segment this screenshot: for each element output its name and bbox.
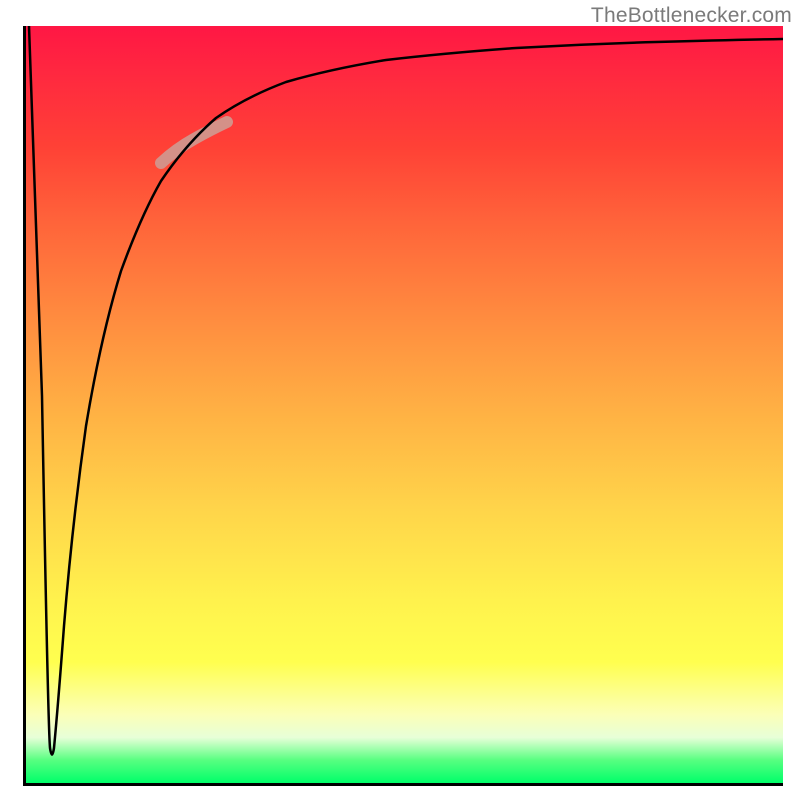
bottleneck-curve [29,26,783,755]
watermark-text: TheBottlenecker.com [591,4,792,28]
y-axis [23,26,26,786]
highlight-segment [161,122,227,163]
plot-area [26,26,783,783]
curve-svg [26,26,783,783]
x-axis [23,783,783,786]
